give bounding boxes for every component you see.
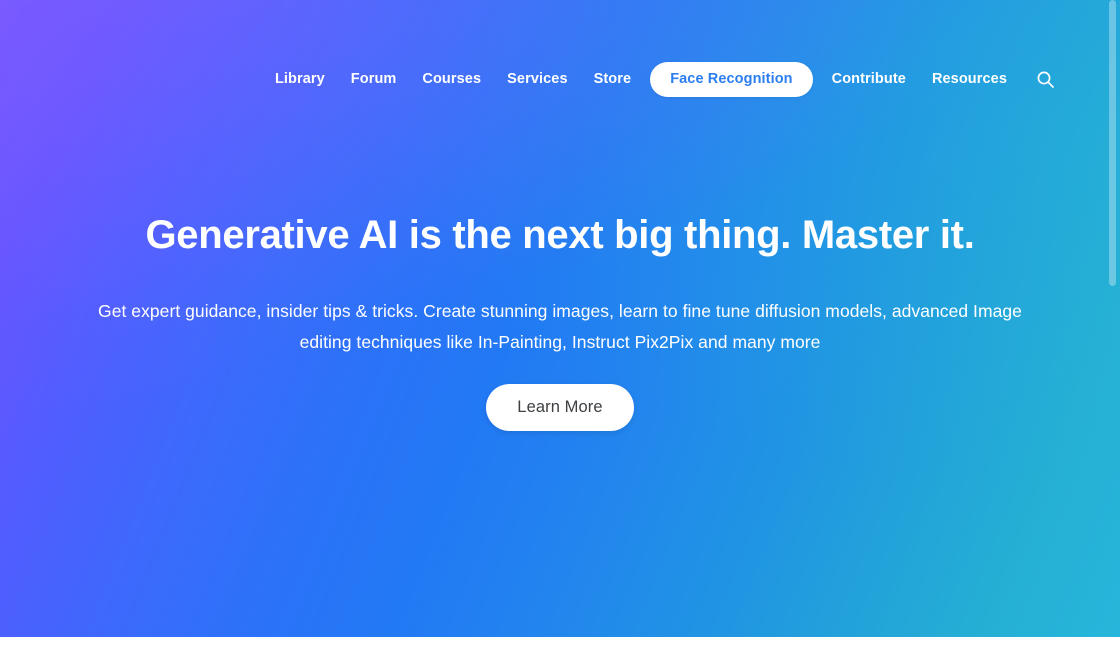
nav-item-library[interactable]: Library (262, 66, 338, 93)
nav-item-store[interactable]: Store (581, 66, 645, 93)
page-root: Library Forum Courses Services Store Fac… (0, 0, 1120, 652)
hero-subtitle: Get expert guidance, insider tips & tric… (98, 301, 1022, 352)
hero-section: Library Forum Courses Services Store Fac… (0, 0, 1120, 637)
nav-item-resources[interactable]: Resources (919, 66, 1020, 93)
hero-title: Generative AI is the next big thing. Mas… (145, 213, 975, 257)
learn-more-button[interactable]: Learn More (486, 384, 634, 431)
page-scrollbar[interactable] (1105, 0, 1120, 652)
nav-item-contribute[interactable]: Contribute (819, 66, 919, 93)
nav-links-group: Library Forum Courses Services Store Fac… (0, 62, 1060, 97)
search-icon[interactable] (1030, 64, 1060, 94)
scrollbar-thumb[interactable] (1109, 0, 1116, 286)
nav-item-face-recognition[interactable]: Face Recognition (650, 62, 813, 97)
hero-cta-container: Learn More (0, 384, 1120, 431)
nav-item-forum[interactable]: Forum (338, 66, 410, 93)
main-navigation: Library Forum Courses Services Store Fac… (0, 0, 1120, 162)
nav-item-courses[interactable]: Courses (409, 66, 494, 93)
nav-item-services[interactable]: Services (494, 66, 580, 93)
page-bottom-strip (0, 637, 1120, 652)
